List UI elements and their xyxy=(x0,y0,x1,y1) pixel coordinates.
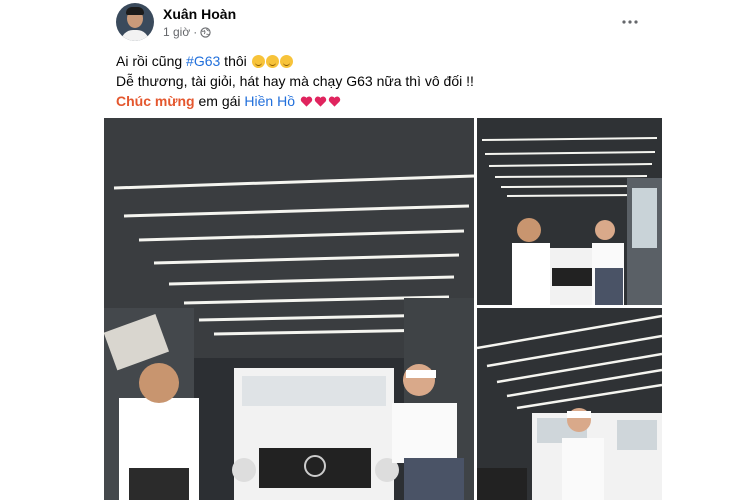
author-avatar[interactable] xyxy=(116,3,154,41)
avatar-shirt xyxy=(121,30,149,41)
smiling-face-emoji xyxy=(279,55,293,68)
post-meta: 1 giờ · xyxy=(163,25,211,39)
caption-line-2: Dễ thương, tài giỏi, hát hay mà chạy G63… xyxy=(116,73,474,89)
meta-separator: · xyxy=(193,25,198,39)
red-heart-emoji xyxy=(314,96,327,107)
photo-top-right[interactable] xyxy=(477,118,662,305)
more-options-button[interactable] xyxy=(616,8,644,36)
photo-main[interactable] xyxy=(104,118,474,500)
photo-bottom-right-image xyxy=(477,308,662,500)
smiling-face-emoji xyxy=(251,55,265,68)
photo-bottom-right[interactable] xyxy=(477,308,662,500)
post-time[interactable]: 1 giờ xyxy=(163,25,190,39)
more-horizontal-icon xyxy=(622,20,638,24)
red-heart-emoji xyxy=(300,96,313,107)
smiling-face-emoji xyxy=(265,55,279,68)
congrats-text: Chúc mừng xyxy=(116,93,195,109)
avatar-hair xyxy=(126,7,144,15)
globe-icon[interactable] xyxy=(200,26,211,38)
caption-line-3: Chúc mừng em gái Hiền Hồ xyxy=(116,92,341,110)
mention-link[interactable]: Hiền Hồ xyxy=(244,93,295,109)
caption-text: em gái xyxy=(194,93,245,109)
caption-line-1: Ai rồi cũng #G63 thôi xyxy=(116,52,293,70)
hashtag-link[interactable]: #G63 xyxy=(186,53,220,69)
photo-main-image xyxy=(104,118,474,500)
caption-text: Ai rồi cũng xyxy=(116,53,187,69)
facebook-post: Xuân Hoàn 1 giờ · Ai rồi cũng #G63 thôi … xyxy=(0,0,750,500)
caption-text: thôi xyxy=(220,53,247,69)
red-heart-emoji xyxy=(328,96,341,107)
photo-top-right-image xyxy=(477,118,662,305)
author-name[interactable]: Xuân Hoàn xyxy=(163,6,236,22)
